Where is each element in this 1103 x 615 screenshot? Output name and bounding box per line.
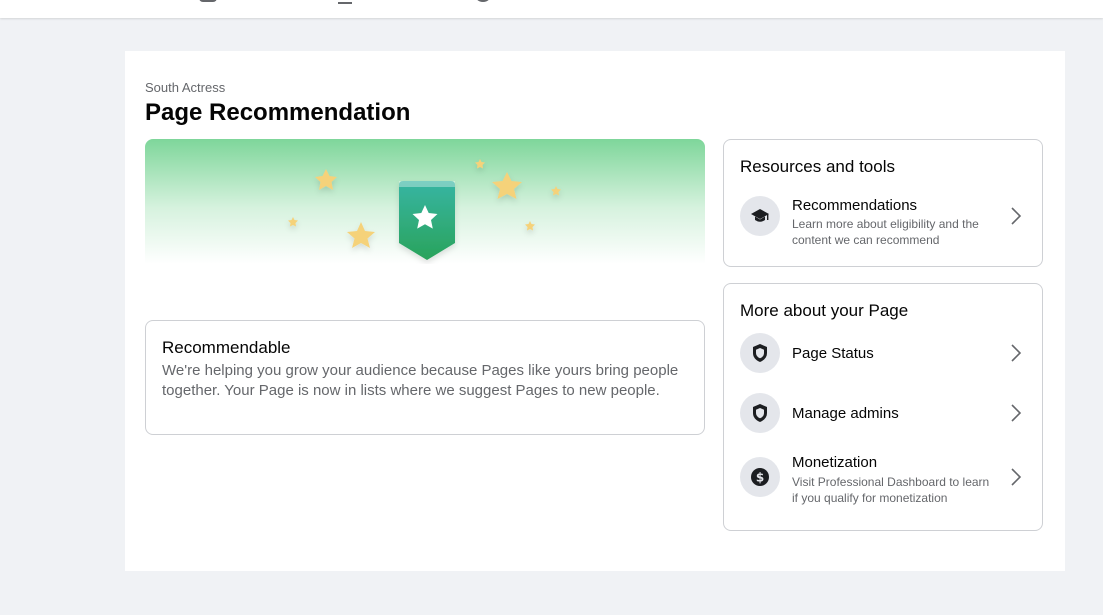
- manage-admins-row[interactable]: Manage admins: [740, 393, 1030, 437]
- monetization-description: Visit Professional Dashboard to learn if…: [792, 475, 990, 505]
- graduation-cap-icon: [740, 196, 780, 236]
- monetization-title: Monetization: [792, 454, 878, 471]
- manage-admins-title: Manage admins: [792, 405, 899, 422]
- monetization-row[interactable]: $ Monetization Visit Professional Dashbo…: [740, 454, 1030, 505]
- recommendations-row[interactable]: Recommendations Learn more about eligibi…: [740, 196, 1030, 247]
- shield-icon: [740, 333, 780, 373]
- chevron-right-icon: [1011, 404, 1022, 422]
- status-title: Recommendable: [162, 338, 291, 357]
- nav-icon[interactable]: [474, 0, 492, 2]
- star-badge-icon: [145, 139, 705, 264]
- recommendations-title: Recommendations: [792, 197, 918, 214]
- more-about-page-card: More about your Page Page Status Manage: [723, 283, 1043, 531]
- page-status-title: Page Status: [792, 345, 874, 362]
- resources-card: Resources and tools Recommendations Lear…: [723, 139, 1043, 267]
- chevron-right-icon: [1011, 468, 1022, 486]
- chevron-right-icon: [1011, 344, 1022, 362]
- resources-title: Resources and tools: [740, 157, 895, 176]
- page-title: Page Recommendation: [145, 99, 411, 126]
- dollar-icon: $: [740, 457, 780, 497]
- recommendable-status-card: Recommendable We're helping you grow you…: [145, 320, 705, 435]
- breadcrumb[interactable]: South Actress: [145, 80, 225, 95]
- status-description: We're helping you grow your audience bec…: [162, 362, 679, 399]
- hero-banner: [145, 139, 705, 264]
- chevron-right-icon: [1011, 207, 1022, 225]
- top-navigation-bar: [0, 0, 1103, 18]
- shield-icon: [740, 393, 780, 433]
- nav-icon[interactable]: [338, 0, 352, 4]
- svg-text:$: $: [756, 471, 764, 485]
- page-status-row[interactable]: Page Status: [740, 333, 1030, 377]
- more-about-title: More about your Page: [740, 301, 909, 320]
- recommendations-description: Learn more about eligibility and the con…: [792, 217, 979, 247]
- nav-icon[interactable]: [199, 0, 217, 2]
- main-panel: South Actress Page Recommendation Recomm…: [125, 51, 1065, 571]
